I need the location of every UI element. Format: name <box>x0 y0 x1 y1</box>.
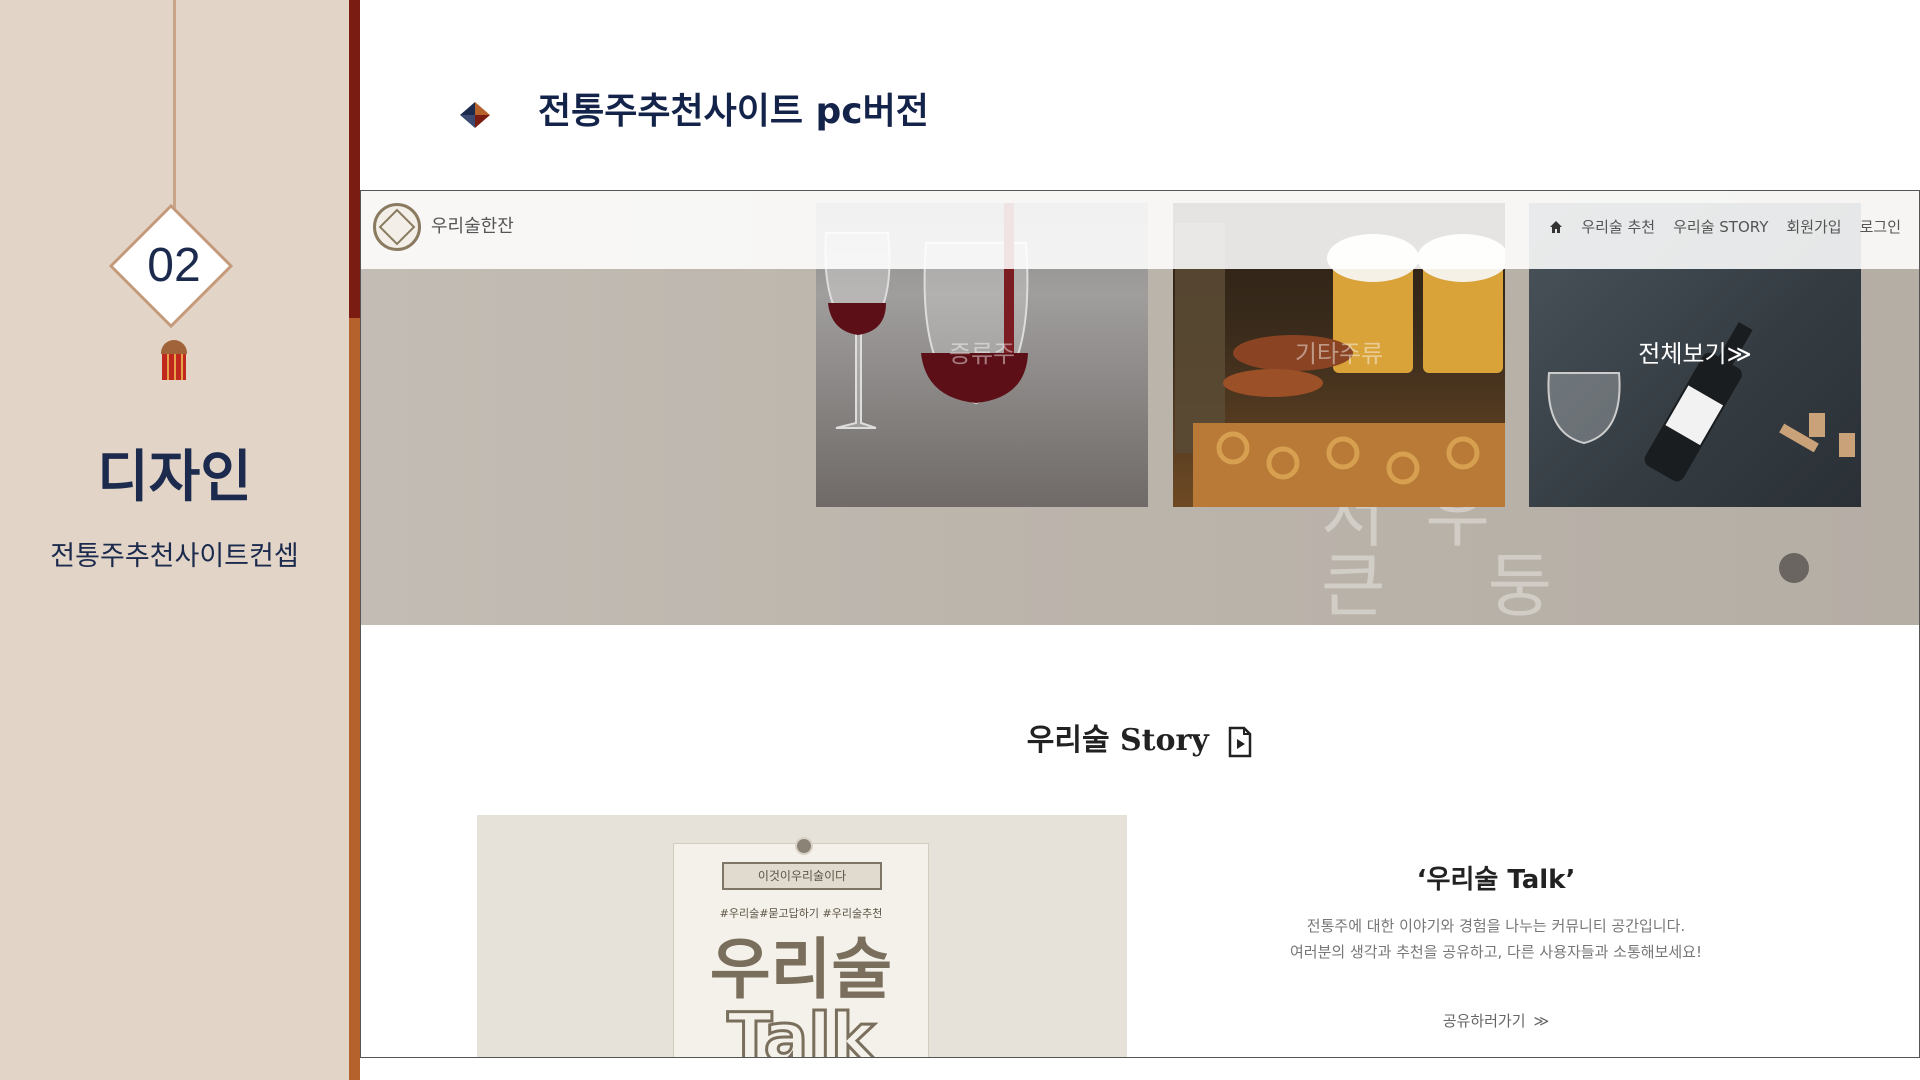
talk-poster-image[interactable]: 이것이우리술이다 #우리술#묻고답하기 #우리술추천 우리술 Talk <box>477 815 1127 1058</box>
page-heading: 전통주추천사이트 pc버전 <box>538 91 929 132</box>
poster-ribbon: 이것이우리술이다 <box>722 862 882 890</box>
site-nav-menu: 우리술 추천 우리술 STORY 회원가입 로그인 <box>1549 217 1901 237</box>
nav-item-login[interactable]: 로그인 <box>1860 217 1901 237</box>
talk-description: 전통주에 대한 이야기와 경험을 나누는 커뮤니티 공간입니다. 여러분의 생각… <box>1161 913 1831 965</box>
share-link-label: 공유하러가기 <box>1442 1012 1526 1030</box>
nav-item-recommend[interactable]: 우리술 추천 <box>1581 217 1655 237</box>
site-header: 우리술한잔 우리술 추천 우리술 STORY 회원가입 로그인 <box>361 191 1919 269</box>
category-label: 기타주류 <box>1294 340 1384 368</box>
talk-description-line: 여러분의 생각과 추천을 공유하고, 다른 사용자들과 소통해보세요! <box>1290 943 1702 961</box>
carousel-dot[interactable] <box>1779 553 1809 583</box>
website-screenshot: 서우 큰 둥 증류주 기타주류 전체보기≫ 우리술한잔 우리술 추천 우리술 S… <box>360 190 1920 1058</box>
talk-description-line: 전통주에 대한 이야기와 경험을 나누는 커뮤니티 공간입니다. <box>1306 917 1686 935</box>
nav-item-story[interactable]: 우리술 STORY <box>1673 217 1768 237</box>
poster-hashtags: #우리술#묻고답하기 #우리술추천 <box>719 907 883 920</box>
nav-item-signup[interactable]: 회원가입 <box>1786 217 1841 237</box>
talk-title: ‘우리술 Talk’ <box>1416 865 1576 895</box>
talk-poster: 이것이우리술이다 #우리술#묻고답하기 #우리술추천 우리술 Talk <box>673 843 929 1058</box>
share-link[interactable]: 공유하러가기 ≫ <box>1161 1011 1831 1031</box>
home-icon[interactable] <box>1549 220 1563 234</box>
story-title-text: 우리술 Story <box>1026 723 1209 758</box>
tassel-icon <box>161 340 187 354</box>
tassel-fringe <box>162 354 186 380</box>
poster-talk-word: Talk <box>726 999 877 1058</box>
category-label: 증류주 <box>948 340 1016 368</box>
site-logo-text[interactable]: 우리술한잔 <box>431 215 514 239</box>
logo-emblem <box>378 208 416 246</box>
diamond-bullet-icon <box>460 102 490 128</box>
chevron-right-icon: ≫ <box>1533 1012 1550 1030</box>
section-title: 디자인 <box>97 445 252 510</box>
slide-sidebar: 02 디자인 전통주추천사이트컨셉 <box>0 0 349 1080</box>
divider-bar-light <box>349 318 360 1080</box>
story-section-title: 우리술 Story <box>361 721 1919 761</box>
section-subtitle: 전통주추천사이트컨셉 <box>50 541 299 572</box>
pin-icon <box>795 837 813 855</box>
document-play-icon <box>1228 726 1252 758</box>
poster-title: 우리술 <box>709 931 893 1008</box>
divider-bar-dark <box>349 0 360 318</box>
logo-icon[interactable] <box>373 203 421 251</box>
category-label: 전체보기≫ <box>1638 340 1752 368</box>
slide-number: 02 <box>147 239 201 292</box>
hanging-string <box>173 0 176 212</box>
